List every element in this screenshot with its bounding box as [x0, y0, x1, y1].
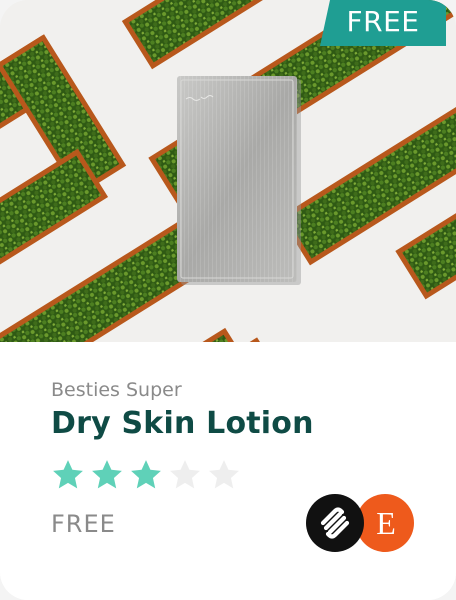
- card-bottom: [0, 575, 456, 600]
- free-badge: FREE: [320, 0, 446, 46]
- product-image: [0, 0, 456, 342]
- product-price: FREE: [51, 510, 116, 538]
- star-filled-icon: [92, 460, 122, 489]
- squarespace-icon[interactable]: [306, 494, 364, 552]
- etsy-icon[interactable]: E: [356, 494, 414, 552]
- free-badge-label: FREE: [346, 5, 420, 38]
- star-empty-icon: [209, 460, 239, 489]
- star-filled-icon: [131, 460, 161, 489]
- etsy-letter: E: [376, 505, 396, 541]
- product-title[interactable]: Dry Skin Lotion: [51, 406, 314, 441]
- platform-icons: E: [306, 494, 414, 552]
- star-empty-icon: [170, 460, 200, 489]
- rating-stars: [51, 458, 241, 492]
- product-card[interactable]: FREE Besties Super Dry Skin Lotion FREE …: [0, 0, 456, 600]
- star-filled-icon: [53, 460, 83, 489]
- product-brand: Besties Super: [51, 379, 182, 401]
